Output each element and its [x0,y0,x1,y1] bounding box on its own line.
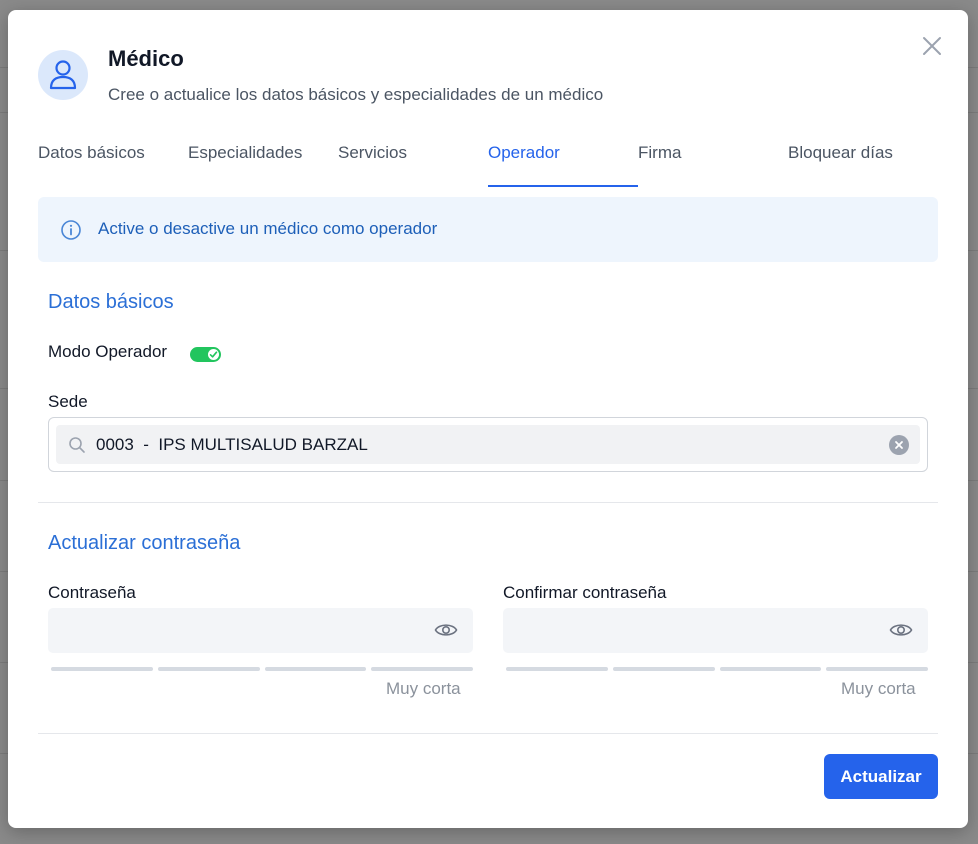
section-title-datos-basicos: Datos básicos [48,291,174,313]
strength-segment [51,667,153,671]
close-icon [923,37,941,55]
modo-operador-label: Modo Operador [48,342,168,361]
eye-icon[interactable] [889,620,913,640]
confirm-password-input[interactable] [503,608,883,653]
password-strength-bar [51,667,473,671]
section-title-actualizar-contrasena: Actualizar contraseña [48,532,241,554]
modal-title: Médico [108,46,184,71]
strength-segment [506,667,608,671]
modal-subtitle: Cree o actualice los datos básicos y esp… [108,85,604,104]
check-icon [209,351,218,358]
tab-servicios[interactable]: Servicios [338,143,407,163]
strength-segment [157,667,260,671]
tab-bar: Datos básicos Especialidades Servicios O… [8,138,968,188]
strength-segment [719,667,822,671]
tab-datos-basicos[interactable]: Datos básicos [38,143,145,163]
toggle-knob [208,349,219,360]
close-button[interactable] [920,34,944,58]
password-input[interactable] [48,608,428,653]
confirm-password-field[interactable] [503,608,928,653]
tab-operador[interactable]: Operador [488,143,560,163]
tab-bloquear-dias[interactable]: Bloquear días [788,143,893,163]
user-icon [49,60,77,90]
tab-especialidades[interactable]: Especialidades [188,143,302,163]
modo-operador-toggle[interactable] [190,347,221,362]
confirm-password-label: Confirmar contraseña [503,583,667,602]
sede-select[interactable]: 0003 - IPS MULTISALUD BARZAL [48,417,928,472]
confirm-strength-bar [506,667,928,671]
sede-search-field[interactable]: 0003 - IPS MULTISALUD BARZAL [56,425,920,464]
strength-segment [612,667,715,671]
strength-segment [371,667,473,671]
strength-segment [264,667,367,671]
info-text: Active o desactive un médico como operad… [98,219,438,238]
clear-sede-button[interactable] [889,435,909,455]
confirm-strength-text: Muy corta [841,679,916,698]
info-icon [61,220,81,240]
password-label: Contraseña [48,583,136,602]
tab-firma[interactable]: Firma [638,143,681,163]
sede-label: Sede [48,392,88,411]
password-strength-text: Muy corta [386,679,461,698]
footer-divider [38,733,938,734]
medico-modal: Médico Cree o actualice los datos básico… [8,10,968,828]
info-alert: Active o desactive un médico como operad… [38,197,938,262]
sede-value: 0003 - IPS MULTISALUD BARZAL [96,435,368,454]
eye-icon[interactable] [434,620,458,640]
avatar [38,50,88,100]
clear-icon [895,441,903,449]
strength-segment [826,667,928,671]
search-icon [69,437,85,453]
section-divider [38,502,938,503]
actualizar-button[interactable]: Actualizar [824,754,938,799]
password-field[interactable] [48,608,473,653]
active-tab-indicator [488,185,638,187]
